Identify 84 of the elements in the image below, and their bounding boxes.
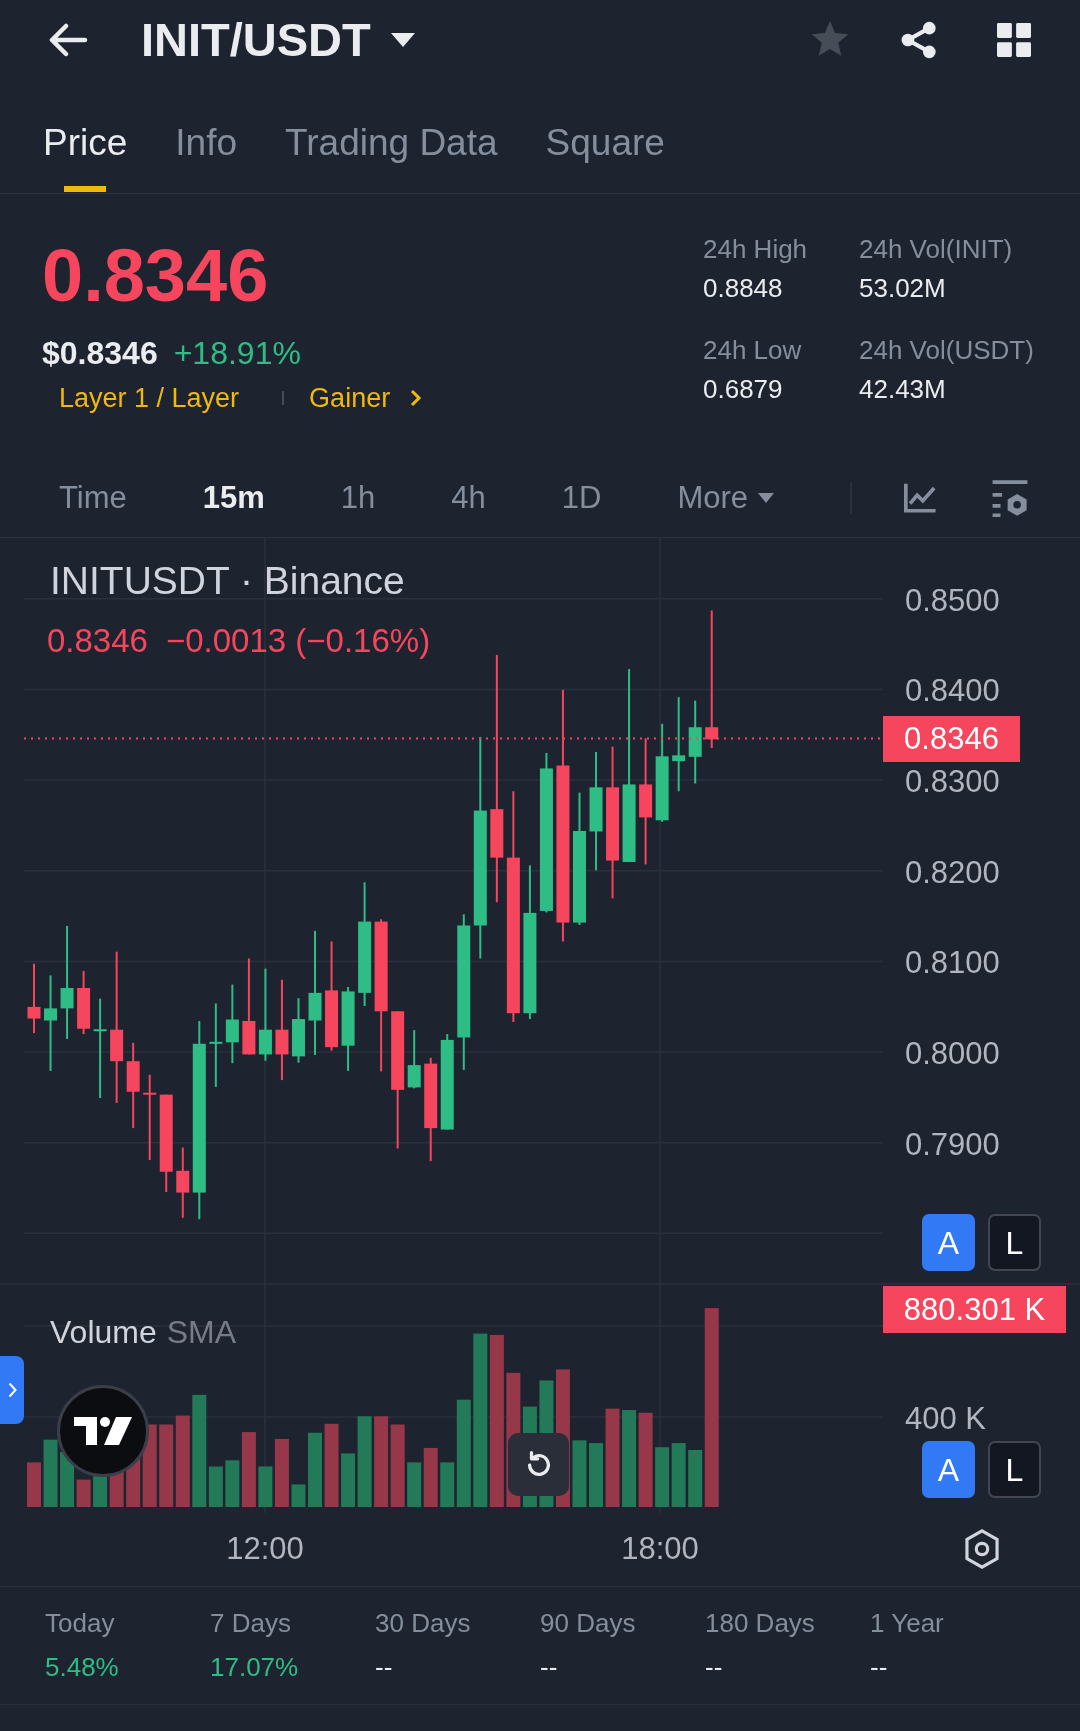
volume-bar [589,1443,603,1507]
last-price-label: 0.8346 [883,716,1020,762]
tab[interactable]: Trading Data [285,80,498,193]
list-settings-icon[interactable] [991,478,1029,517]
tab[interactable]: Square [545,80,665,193]
reset-button[interactable] [508,1433,569,1496]
period-label: 180 Days [705,1607,815,1640]
fiat-price: $0.8346 [42,335,158,371]
stat-value: 0.8848 [703,272,783,305]
period-change: -- [540,1651,558,1684]
caret-down-icon [390,33,415,47]
volume-bar [572,1440,587,1507]
candlestick [77,971,91,1035]
interval-tab[interactable]: More [677,478,775,517]
interval-tab[interactable]: 15m [202,478,265,517]
volume-bar [423,1447,438,1507]
period-change: 17.07% [210,1651,299,1684]
volume-bar [291,1484,306,1507]
period-label: 1 Year [870,1607,944,1640]
stat-value: 53.02M [859,272,946,305]
logo-icon[interactable] [57,1385,149,1477]
last-price: 0.8346 [42,238,269,314]
period-change: -- [375,1651,393,1684]
stat-value: 0.6879 [703,373,783,406]
interval-tab[interactable]: Time [59,478,127,517]
chevron-right-icon [7,1382,17,1398]
stat-label: 24h Vol(USDT) [859,334,1034,367]
volume-bar [407,1462,422,1507]
stat-value: 42.43M [859,373,946,406]
grid-icon[interactable] [997,23,1031,57]
price-axis-label: 0.8000 [905,1037,1000,1072]
candlestick [27,963,41,1034]
interval-tab[interactable]: 4h [451,478,486,517]
candlestick [407,1030,421,1089]
share-icon[interactable] [900,21,938,59]
interval-tab[interactable]: 1D [561,478,602,517]
scale-toggle[interactable]: L [988,1214,1041,1271]
indicator-name: SMA [166,1313,237,1352]
candlestick [176,1147,190,1218]
volume-bar [27,1462,41,1507]
scale-toggle[interactable]: A [922,1214,975,1271]
stat-label: 24h Vol(INIT) [859,233,1013,266]
scale-toggle[interactable]: A [922,1441,975,1498]
scale-toggle[interactable]: L [988,1441,1041,1498]
caret-down-icon [758,492,775,503]
back-arrow-icon[interactable] [48,23,88,57]
volume-bar [43,1439,58,1507]
stat-label: 24h Low [703,334,802,367]
time-axis-label: 12:00 [226,1530,304,1568]
price-change: +18.91% [173,335,301,371]
volume-value-label: 880.301 K [883,1286,1066,1333]
stat-label: 24h High [703,233,808,266]
candlestick [292,998,305,1063]
period-change: -- [870,1651,888,1684]
legend-change: −0.0013 (−0.16%) [165,622,431,660]
chart-symbol: INITUSDT · Binance [50,558,405,604]
period-change: -- [705,1651,723,1684]
expand-tab[interactable] [0,1356,24,1424]
period-label: 30 Days [375,1607,471,1640]
chevron-right-icon[interactable] [410,389,423,407]
price-axis-label: 0.8200 [905,855,1000,890]
pair-selector[interactable]: INIT/USDT [141,12,415,68]
tag-link[interactable]: Gainer [309,381,391,415]
volume-bar [655,1447,670,1507]
period-label: 7 Days [210,1607,291,1640]
price-axis-label: 0.8100 [905,946,1000,981]
time-axis-label: 18:00 [621,1530,699,1568]
price-axis-label: 0.7900 [905,1127,1000,1162]
volume-title: Volume [50,1313,157,1352]
period-label: Today [45,1607,115,1640]
period-label: 90 Days [540,1607,636,1640]
settings-icon[interactable] [963,1528,1001,1570]
period-change: 5.48% [45,1651,119,1684]
interval-tab[interactable]: 1h [340,478,376,517]
price-axis-label: 0.8300 [905,765,1000,800]
volume-axis-label: 400 K [905,1402,986,1436]
price-axis-label: 0.8500 [905,583,1000,618]
price-axis-label: 0.8400 [905,674,1000,709]
tag-link[interactable]: Layer 1 / Layer [59,381,240,415]
volume-bar [671,1443,686,1507]
tab[interactable]: Info [175,80,238,193]
tab[interactable]: Price [43,80,128,193]
line-chart-icon[interactable] [903,481,937,514]
legend-price: 0.8346 [47,622,148,660]
